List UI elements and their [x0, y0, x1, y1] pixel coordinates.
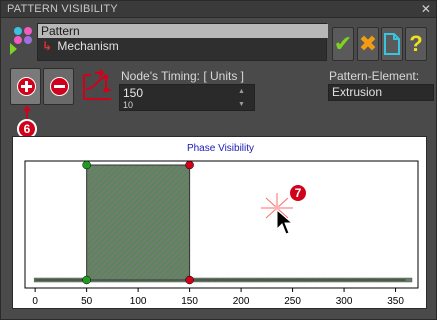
x-tick-label-150: 150: [181, 296, 198, 307]
x-tick-label-50: 50: [81, 296, 93, 307]
callout-badge-7: 7: [288, 183, 308, 203]
x-tick-label-350: 350: [387, 296, 404, 307]
window-title: PATTERN VISIBILITY: [7, 3, 118, 15]
remove-node-button[interactable]: [43, 68, 74, 105]
timing-icon: [83, 69, 111, 100]
timing-step: 10: [123, 100, 134, 110]
x-tick-label-100: 100: [130, 296, 147, 307]
x-tick-label-0: 0: [32, 296, 38, 307]
tree-item-pattern[interactable]: Pattern: [38, 24, 328, 38]
spin-up-icon[interactable]: ▲: [238, 88, 245, 95]
timing-node-2: [82, 275, 91, 285]
cancel-button[interactable]: ✖: [357, 27, 379, 61]
plus-icon: [17, 77, 36, 96]
tree-item-label: Mechanism: [57, 39, 119, 53]
spin-down-icon[interactable]: ▼: [238, 101, 245, 108]
tree-item-label: Pattern: [41, 24, 80, 38]
help-button[interactable]: ?: [405, 27, 427, 61]
pattern-tree[interactable]: Pattern ↳ Mechanism: [37, 23, 328, 61]
timing-label: Node's Timing: [ Units ]: [121, 69, 244, 83]
add-node-button[interactable]: [10, 68, 41, 105]
app-logo-icon: [10, 27, 32, 55]
timing-value: 150: [123, 86, 144, 100]
timing-input[interactable]: 150 10 ▲ ▼: [119, 84, 255, 111]
tree-item-mechanism[interactable]: ↳ Mechanism: [38, 39, 119, 53]
plot-frame: [24, 160, 419, 289]
phase-visibility-chart[interactable]: 0 50 100 150 200 250 300 350: [13, 137, 428, 310]
pattern-element-label: Pattern-Element:: [329, 69, 420, 83]
phase-visibility-plot[interactable]: Phase Visibility 0 50 100 150 200 250 300 350: [12, 136, 427, 309]
callout-arrow-icon: [23, 105, 31, 119]
child-arrow-icon: ↳: [42, 39, 53, 53]
timing-node-1: [185, 160, 194, 170]
document-icon: [384, 33, 400, 55]
document-button[interactable]: [381, 27, 403, 61]
minus-icon: [50, 77, 69, 96]
window-titlebar: PATTERN VISIBILITY ✕: [1, 1, 436, 18]
timing-node-3: [185, 275, 194, 285]
ok-button[interactable]: ✔: [332, 27, 354, 61]
visibility-area: [35, 164, 406, 281]
timing-node-0: [82, 160, 91, 170]
x-tick-label-250: 250: [284, 296, 301, 307]
mouse-cursor-icon: [276, 209, 294, 235]
pattern-element-field[interactable]: Extrusion: [328, 84, 434, 101]
x-tick-label-300: 300: [336, 296, 353, 307]
pattern-visibility-window: PATTERN VISIBILITY ✕ Pattern ↳ Mechanism…: [0, 0, 437, 320]
close-icon[interactable]: ✕: [420, 3, 432, 15]
pattern-element-value: Extrusion: [332, 85, 383, 99]
x-tick-label-200: 200: [233, 296, 250, 307]
